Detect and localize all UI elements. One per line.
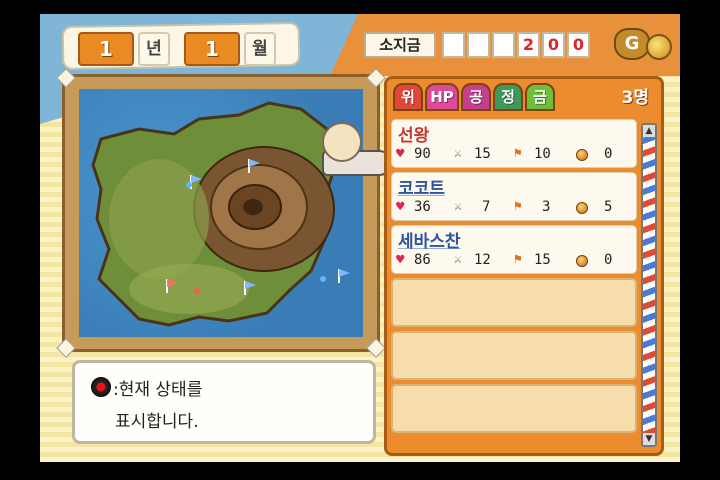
gold-value: 0 bbox=[604, 252, 613, 268]
flag-value: 3 bbox=[542, 199, 551, 215]
town-marker-blue[interactable] bbox=[320, 276, 326, 282]
tab-position[interactable]: 위 bbox=[393, 83, 423, 111]
money-display: 2 0 0 bbox=[442, 32, 590, 58]
flag-value: 10 bbox=[534, 146, 551, 162]
flag-marker-blue[interactable] bbox=[190, 175, 202, 189]
help-message-box: :현재 상태를 표시합니다. bbox=[72, 360, 376, 444]
month-unit: 월 bbox=[244, 32, 276, 66]
town-marker-red[interactable] bbox=[194, 288, 200, 294]
party-member-row[interactable]: 코코트 ♥ 36 ⚔ 7 ⚑ 3 5 bbox=[391, 172, 637, 221]
attack-value: 12 bbox=[474, 252, 491, 268]
corner-pin bbox=[56, 338, 76, 358]
flag-value: 15 bbox=[534, 252, 551, 268]
map-markers bbox=[166, 159, 350, 295]
flag-marker-red[interactable] bbox=[166, 279, 178, 293]
coin-icon bbox=[576, 202, 588, 214]
tab-gold[interactable]: 금 bbox=[525, 83, 555, 111]
coin-icon bbox=[576, 255, 588, 267]
heart-icon: ♥ bbox=[396, 199, 405, 215]
money-digit: 0 bbox=[567, 32, 590, 58]
money-label: 소지금 bbox=[364, 32, 436, 58]
sword-icon: ⚔ bbox=[454, 199, 462, 214]
flag-marker-blue[interactable] bbox=[244, 281, 256, 295]
member-name: 세바스찬 bbox=[398, 232, 461, 252]
world-map[interactable] bbox=[79, 89, 363, 337]
game-screen: 1 년 1 월 소지금 2 0 0 G 위 HP 공 정 금 3명 선왕 ♥ 9… bbox=[40, 14, 680, 462]
sword-icon: ⚔ bbox=[454, 252, 462, 267]
party-member-row[interactable]: 세바스찬 ♥ 86 ⚔ 12 ⚑ 15 0 bbox=[391, 225, 637, 274]
party-count: 3명 bbox=[621, 88, 649, 108]
gold-value: 0 bbox=[604, 146, 613, 162]
scroll-down-icon[interactable]: ▼ bbox=[643, 433, 655, 445]
flag-icon: ⚑ bbox=[514, 252, 522, 267]
tab-spirit[interactable]: 정 bbox=[493, 83, 523, 111]
flag-icon: ⚑ bbox=[514, 199, 522, 214]
member-stats: ♥ 90 ⚔ 15 ⚑ 10 0 bbox=[396, 146, 632, 164]
party-scrollbar[interactable]: ▲ ▼ bbox=[641, 123, 657, 447]
corner-pin bbox=[366, 338, 386, 358]
pointing-character-icon bbox=[322, 122, 362, 162]
coin-stack-icon bbox=[646, 34, 672, 60]
empty-party-slot bbox=[391, 331, 637, 380]
heart-icon: ♥ bbox=[396, 146, 405, 162]
tab-attack[interactable]: 공 bbox=[461, 83, 491, 111]
money-digit bbox=[442, 32, 465, 58]
heart-icon: ♥ bbox=[396, 252, 405, 268]
circle-button-icon bbox=[91, 377, 111, 397]
flag-icon: ⚑ bbox=[514, 146, 522, 161]
attack-value: 7 bbox=[482, 199, 491, 215]
year-value: 1 bbox=[78, 32, 134, 66]
party-member-row[interactable]: 선왕 ♥ 90 ⚔ 15 ⚑ 10 0 bbox=[391, 119, 637, 168]
scroll-up-icon[interactable]: ▲ bbox=[643, 125, 655, 137]
world-map-frame bbox=[56, 68, 386, 358]
party-panel: 위 HP 공 정 금 3명 선왕 ♥ 90 ⚔ 15 ⚑ 10 0 코코트 ♥ bbox=[384, 76, 664, 456]
hp-value: 36 bbox=[414, 199, 431, 215]
coin-icon bbox=[576, 149, 588, 161]
help-message-line: :현재 상태를 bbox=[113, 380, 203, 400]
hp-value: 86 bbox=[414, 252, 431, 268]
year-unit: 년 bbox=[138, 32, 170, 66]
flag-marker-blue[interactable] bbox=[248, 159, 260, 173]
attack-value: 15 bbox=[474, 146, 491, 162]
member-stats: ♥ 36 ⚔ 7 ⚑ 3 5 bbox=[396, 199, 632, 217]
sort-tabs: 위 HP 공 정 금 bbox=[393, 83, 555, 111]
hp-value: 90 bbox=[414, 146, 431, 162]
money-digit bbox=[492, 32, 515, 58]
gold-bag-icon: G bbox=[614, 28, 650, 60]
empty-party-slot bbox=[391, 278, 637, 327]
gold-value: 5 bbox=[604, 199, 613, 215]
member-name: 선왕 bbox=[398, 126, 430, 146]
empty-party-slot bbox=[391, 384, 637, 433]
money-digit: 0 bbox=[542, 32, 565, 58]
member-name: 코코트 bbox=[398, 179, 445, 199]
money-digit bbox=[467, 32, 490, 58]
member-stats: ♥ 86 ⚔ 12 ⚑ 15 0 bbox=[396, 252, 632, 270]
month-value: 1 bbox=[184, 32, 240, 66]
flag-marker-blue[interactable] bbox=[338, 269, 350, 283]
tab-hp[interactable]: HP bbox=[425, 83, 459, 111]
money-digit: 2 bbox=[517, 32, 540, 58]
sword-icon: ⚔ bbox=[454, 146, 462, 161]
help-message-line: 표시합니다. bbox=[115, 412, 199, 432]
town-marker-blue[interactable] bbox=[186, 182, 192, 188]
